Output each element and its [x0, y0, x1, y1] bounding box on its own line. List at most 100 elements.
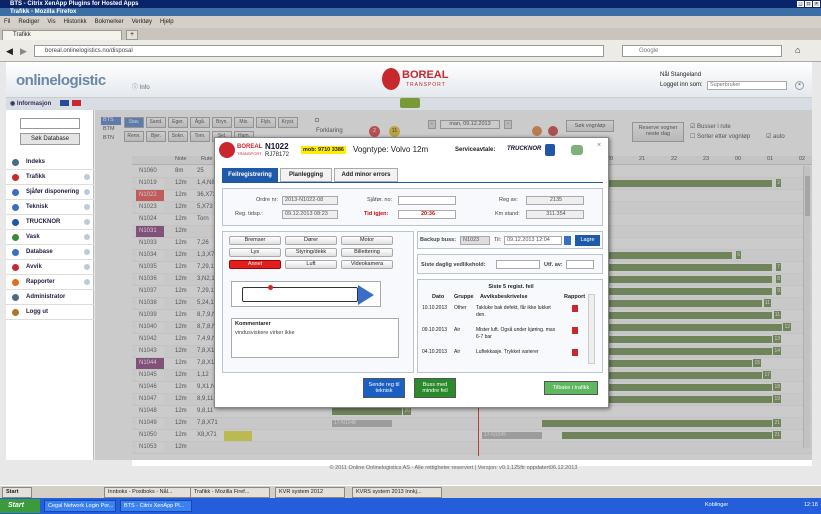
- task-button[interactable]: KVRS system 2013 Innkj...: [352, 487, 442, 498]
- tab-trafikk[interactable]: Trafikk: [2, 30, 122, 40]
- sidebar-item-logg-ut[interactable]: Logg ut: [6, 305, 94, 320]
- expand-icon[interactable]: [84, 264, 90, 270]
- tab-feilregistrering[interactable]: Feilregistrering: [222, 168, 278, 182]
- menu-item[interactable]: Bokmerker: [95, 19, 124, 25]
- reg-av-label: Reg av:: [499, 197, 518, 203]
- comment-box[interactable]: Kommentarer vindusviskere virker ikke: [231, 318, 399, 358]
- task-button[interactable]: Cegal Network Login Por...: [44, 500, 116, 512]
- expand-icon[interactable]: [84, 279, 90, 285]
- wash-icon: [571, 145, 583, 155]
- category-button[interactable]: Luft: [285, 260, 337, 269]
- siste-field[interactable]: [496, 260, 540, 269]
- sidebar-item-database[interactable]: Database: [6, 245, 94, 260]
- error-marker[interactable]: [268, 285, 273, 290]
- task-button[interactable]: Trafikk - Mozilla Firef...: [190, 487, 270, 498]
- category-button[interactable]: Bremser: [229, 236, 281, 245]
- sidebar-icon: [12, 234, 19, 241]
- search-database-button[interactable]: Søk Database: [20, 133, 80, 145]
- informasjon-label: Informasjon: [16, 101, 52, 107]
- category-button[interactable]: Styring/dekk: [285, 248, 337, 257]
- tab-add-minor-errors[interactable]: Add minor errors: [334, 168, 398, 182]
- url-input[interactable]: boreal.onlinelogistics.no/disposal: [34, 45, 604, 57]
- sidebar-item-trucknor[interactable]: TRUCKNOR: [6, 215, 94, 230]
- task-button[interactable]: Innboks - Postboks - Nål...: [104, 487, 194, 498]
- clock: 12:18: [804, 502, 818, 508]
- search-input[interactable]: Google: [622, 45, 782, 57]
- menu-item[interactable]: Hjelp: [160, 19, 174, 25]
- sidebar-item-administrator[interactable]: Administrator: [6, 290, 94, 305]
- informasjon-menu[interactable]: ◉ Informasjon: [10, 100, 51, 107]
- forward-arrow-icon[interactable]: ▶: [20, 46, 27, 56]
- sidebar-item-trafikk[interactable]: Trafikk: [6, 170, 94, 185]
- database-search-input[interactable]: [20, 118, 80, 129]
- sidebar-item-indeks[interactable]: Indeks: [6, 155, 94, 170]
- report-icon[interactable]: [572, 305, 578, 312]
- recent-errors-title: Siste 5 regist. feil: [488, 284, 534, 290]
- kommentar-text[interactable]: vindusviskere virker ikke: [235, 330, 295, 336]
- bus-minor-errors-button[interactable]: Buss med mindre feil: [414, 378, 456, 398]
- user-name: Nål Stangeland: [660, 72, 702, 78]
- menu-item[interactable]: Vis: [47, 19, 55, 25]
- close-button[interactable]: ×: [813, 1, 820, 7]
- sidebar-item-sjåfør-disponering[interactable]: Sjåfør disponering: [6, 185, 94, 200]
- utf-field[interactable]: [566, 260, 594, 269]
- tab-planlegging[interactable]: Planlegging: [280, 168, 332, 182]
- expand-icon[interactable]: [84, 189, 90, 195]
- close-circle-icon[interactable]: ×: [795, 81, 804, 90]
- flag-uk-icon[interactable]: [60, 100, 69, 106]
- til-field[interactable]: 09.12.2013 12:04: [504, 236, 562, 245]
- category-button[interactable]: Lys: [229, 248, 281, 257]
- errors-scrollbar[interactable]: [588, 294, 595, 364]
- vogntype: Vogntype: Volvo 12m: [353, 145, 429, 154]
- ordre-field: 2013-N1022-08: [282, 196, 338, 205]
- bus-outline: [242, 287, 358, 302]
- sidebar-item-label: Sjåfør disponering: [26, 189, 80, 195]
- expand-icon[interactable]: [84, 174, 90, 180]
- sidebar-item-teknisk[interactable]: Teknisk: [6, 200, 94, 215]
- report-icon[interactable]: [572, 349, 578, 356]
- send-to-technical-button[interactable]: Sende reg til teknisk: [363, 378, 405, 398]
- role-select[interactable]: Superbruker: [707, 81, 787, 90]
- expand-icon[interactable]: [84, 249, 90, 255]
- footer: © 2011 Online Onlinelogistics AS - Alle …: [329, 465, 578, 471]
- sidebar-item-label: Rapporter: [26, 279, 55, 285]
- start-button[interactable]: Start: [0, 499, 40, 513]
- category-button[interactable]: Annet: [229, 260, 281, 269]
- task-button[interactable]: BTS - Citrix XenApp Pl...: [120, 500, 192, 512]
- back-arrow-icon[interactable]: ◀: [6, 46, 13, 56]
- info-link[interactable]: ⓘ Info: [132, 82, 150, 91]
- expand-icon[interactable]: [84, 204, 90, 210]
- start-button-1[interactable]: Start: [2, 487, 32, 498]
- sidebar-item-label: Administrator: [26, 294, 66, 300]
- errors-col-header: Gruppe: [454, 294, 474, 300]
- sidebar-item-rapporter[interactable]: Rapporter: [6, 275, 94, 290]
- sidebar-icon: [12, 219, 19, 226]
- errors-col-header: Dato: [432, 294, 445, 300]
- sidebar-item-avvik[interactable]: Avvik: [6, 260, 94, 275]
- maximize-button[interactable]: □: [805, 1, 812, 7]
- report-icon[interactable]: [572, 327, 578, 334]
- new-tab-button[interactable]: +: [126, 30, 138, 40]
- category-button[interactable]: Billettering: [341, 248, 393, 257]
- siste-label: Siste daglig vedlikehold:: [421, 262, 486, 268]
- category-button[interactable]: Videokamera: [341, 260, 393, 269]
- calendar-icon[interactable]: [564, 236, 571, 245]
- sidebar-item-vask[interactable]: Vask: [6, 230, 94, 245]
- lagre-button[interactable]: Lagre: [575, 235, 600, 246]
- backup-field[interactable]: N1023: [460, 236, 490, 245]
- flag-no-icon[interactable]: [72, 100, 81, 106]
- category-button[interactable]: Dører: [285, 236, 337, 245]
- menu-item[interactable]: Verktøy: [132, 19, 152, 25]
- menu-item[interactable]: Historikk: [64, 19, 87, 25]
- menu-item[interactable]: Fil: [4, 19, 10, 25]
- dialog-close-icon[interactable]: ×: [597, 142, 601, 149]
- category-button[interactable]: Motor: [341, 236, 393, 245]
- sjafor-field[interactable]: [398, 196, 456, 205]
- expand-icon[interactable]: [84, 219, 90, 225]
- task-button[interactable]: KVR system 2012: [275, 487, 345, 498]
- back-to-traffic-button[interactable]: Tilbake i trafikk: [544, 381, 598, 395]
- minimize-button[interactable]: _: [797, 1, 804, 7]
- home-icon[interactable]: ⌂: [795, 45, 800, 55]
- expand-icon[interactable]: [84, 234, 90, 240]
- menu-item[interactable]: Rediger: [18, 19, 39, 25]
